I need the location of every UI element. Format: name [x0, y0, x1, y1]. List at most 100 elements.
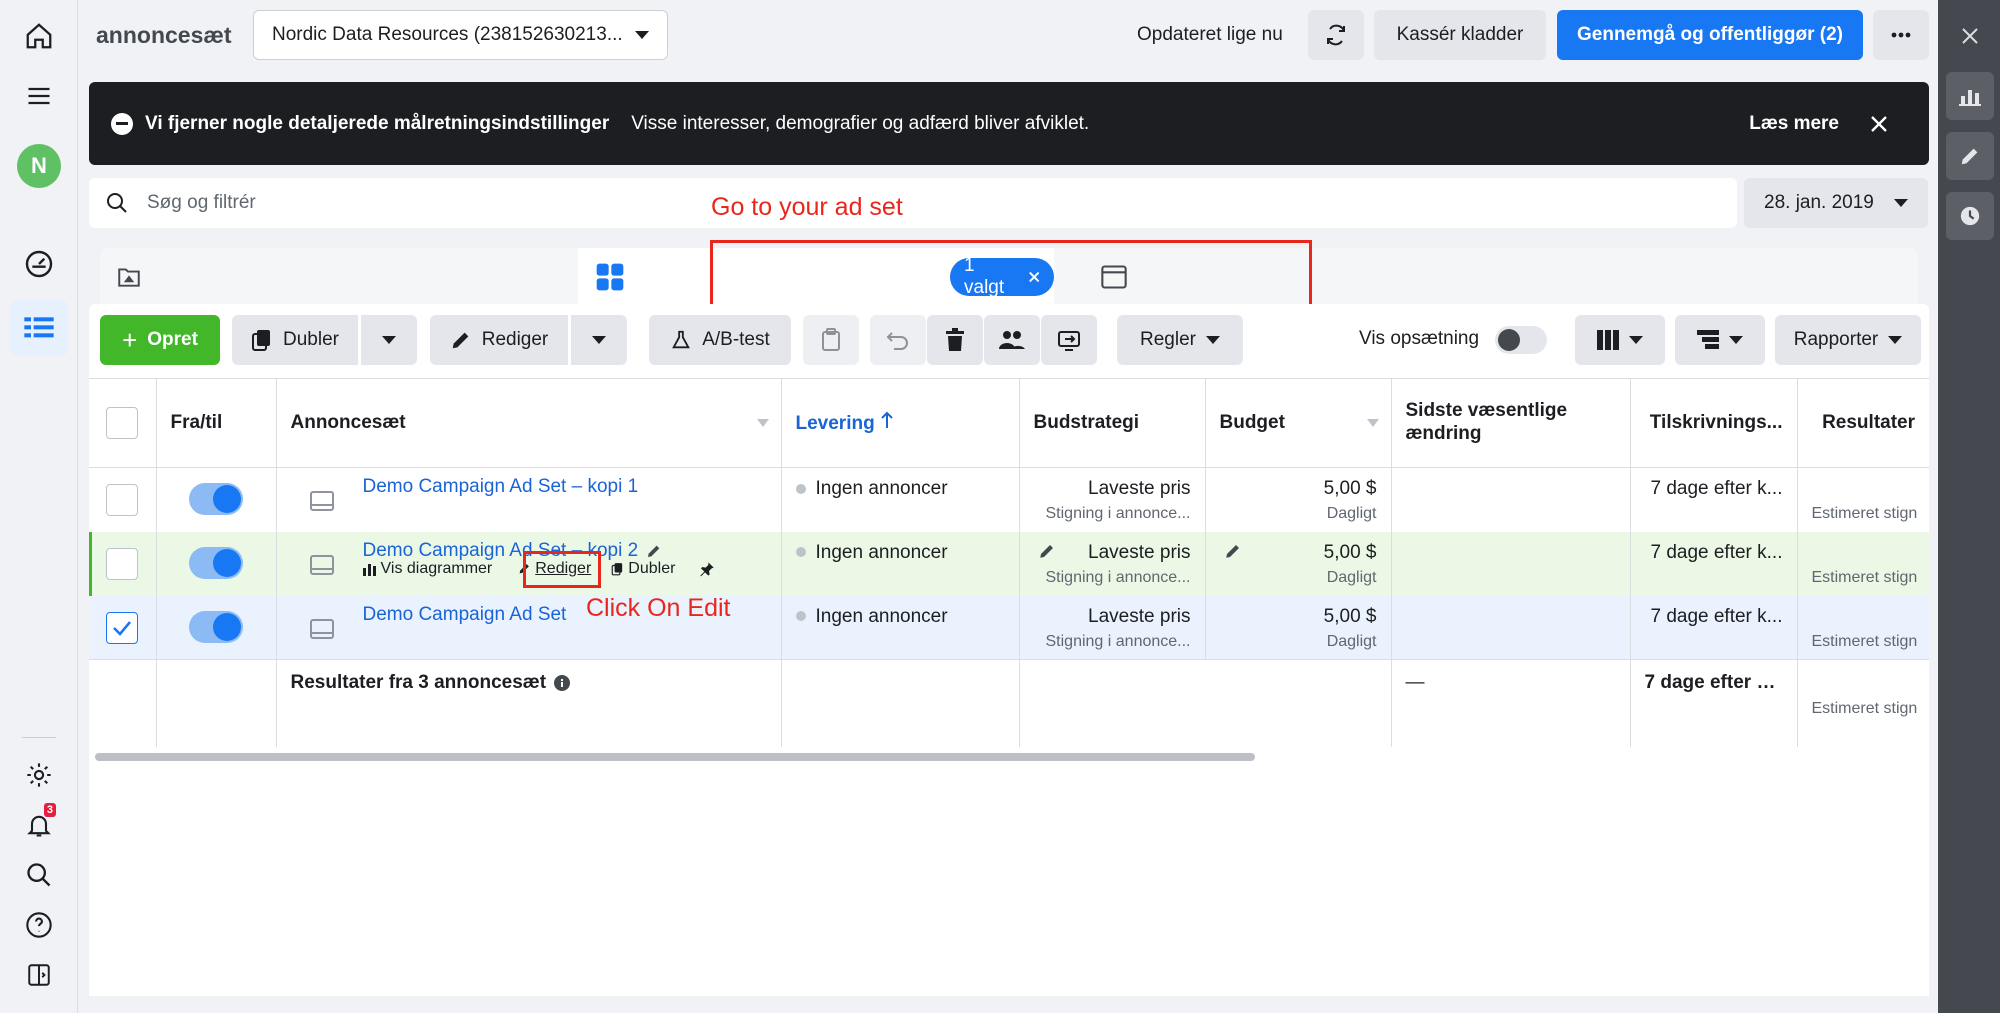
duplicate-button[interactable]: Dubler — [232, 315, 358, 365]
people-icon — [999, 331, 1025, 349]
row-budget-cell: 5,00 $ Dagligt — [1205, 531, 1392, 596]
summary-results-sub: Estimeret stign — [1811, 700, 1918, 717]
charts-panel-button[interactable] — [1946, 72, 1994, 120]
ab-test-button[interactable]: A/B-test — [649, 315, 791, 365]
breakdown-button[interactable] — [1675, 315, 1765, 365]
column-header-last-change[interactable]: Sidste væsentlige ændring — [1391, 378, 1631, 468]
dashboard-icon[interactable] — [10, 236, 68, 292]
paste-button[interactable] — [803, 315, 859, 365]
summary-cell — [1019, 659, 1205, 747]
column-header-bid-strategy[interactable]: Budstrategi — [1019, 378, 1206, 468]
date-range-picker[interactable]: 28. jan. 2019 — [1744, 178, 1928, 228]
search-bar — [89, 178, 1737, 228]
row-toggle[interactable] — [189, 483, 243, 515]
column-header-results[interactable]: Resultater — [1797, 378, 1929, 468]
undo-button[interactable] — [870, 315, 926, 365]
rules-button[interactable]: Regler — [1117, 315, 1243, 365]
settings-icon[interactable] — [10, 747, 68, 803]
history-panel-button[interactable] — [1946, 192, 1994, 240]
row-bid-cell: Laveste pris Stigning i annonce... — [1019, 467, 1206, 532]
reports-button[interactable]: Rapporter — [1775, 315, 1921, 365]
review-publish-button[interactable]: Gennemgå og offentliggør (2) — [1557, 10, 1863, 60]
row-toggle-cell — [156, 531, 277, 596]
horizontal-scrollbar[interactable] — [95, 753, 1255, 761]
ad-set-icon — [309, 491, 334, 511]
avatar: N — [17, 144, 61, 188]
bid-strategy: Laveste pris — [1088, 541, 1191, 563]
column-header-budget[interactable]: Budget — [1205, 378, 1392, 468]
pencil-icon — [452, 332, 469, 349]
row-toggle[interactable] — [189, 610, 243, 643]
table-row[interactable]: Demo Campaign Ad Set – kopi 1 Ingen anno… — [89, 467, 1929, 532]
info-icon[interactable] — [554, 675, 571, 691]
account-avatar[interactable]: N — [10, 138, 68, 194]
table-row[interactable]: Demo Campaign Ad Set Ingen annoncer Lave… — [89, 595, 1929, 660]
table-row[interactable]: Demo Campaign Ad Set – kopi 2 Vis diagra… — [89, 531, 1929, 596]
table-panel: + Opret Dubler Rediger A/B-test Regler V… — [89, 304, 1929, 996]
row-checkbox[interactable] — [106, 484, 139, 516]
clipboard-icon — [822, 328, 840, 351]
column-header-onoff[interactable]: Fra/til — [156, 378, 277, 468]
bar-chart-icon — [1959, 90, 1981, 106]
highlight-box — [523, 551, 601, 588]
show-setup-toggle[interactable] — [1495, 326, 1547, 354]
search-input[interactable] — [147, 192, 1721, 214]
more-options-button[interactable] — [1873, 10, 1929, 60]
row-checkbox[interactable] — [106, 547, 139, 580]
side-panel-icon[interactable] — [10, 947, 68, 1003]
close-panel-button[interactable] — [1946, 12, 1994, 60]
duplicate-menu-button[interactable] — [361, 315, 417, 365]
search-icon[interactable] — [10, 847, 68, 903]
row-delivery-cell: Ingen annoncer — [781, 595, 1020, 660]
export-button[interactable] — [1041, 315, 1097, 365]
discard-drafts-button[interactable]: Kassér kladder — [1374, 10, 1546, 60]
menu-icon[interactable] — [10, 68, 68, 124]
ad-set-icon — [309, 618, 334, 639]
delete-button[interactable] — [927, 315, 983, 365]
pencil-icon[interactable] — [646, 543, 662, 559]
notifications-icon[interactable]: 3 — [10, 797, 68, 853]
column-header-adset[interactable]: Annoncesæt — [276, 378, 782, 468]
row-select-cell — [89, 595, 157, 660]
pencil-icon[interactable] — [1038, 542, 1056, 560]
learn-more-link[interactable]: Læs mere — [1749, 113, 1839, 135]
budget-period: Dagligt — [1326, 505, 1377, 522]
create-button[interactable]: + Opret — [100, 315, 220, 365]
row-toggle[interactable] — [189, 546, 243, 579]
budget-value: 5,00 $ — [1323, 605, 1377, 627]
ads-manager-table-icon[interactable] — [10, 300, 68, 356]
ad-set-name-link[interactable]: Demo Campaign Ad Set – kopi 1 — [363, 476, 767, 498]
edit-menu-button[interactable] — [571, 315, 627, 365]
columns-icon — [1597, 330, 1619, 350]
pin-icon[interactable] — [699, 561, 715, 577]
row-checkbox[interactable] — [106, 611, 139, 644]
row-results-cell: Estimeret stign — [1797, 468, 1929, 532]
column-header-attribution[interactable]: Tilskrivnings... — [1630, 378, 1798, 468]
select-all-checkbox[interactable] — [106, 407, 139, 439]
row-duplicate-link[interactable]: Dubler — [628, 560, 675, 578]
chevron-down-icon — [1888, 336, 1903, 344]
row-budget-cell: 5,00 $ Dagligt — [1205, 595, 1392, 660]
ad-sets-table: Fra/til Annoncesæt Levering Budstrategi … — [89, 378, 1929, 747]
attribution-value: 7 dage efter k... — [1650, 478, 1783, 499]
refresh-button[interactable] — [1308, 10, 1364, 60]
pencil-icon[interactable] — [1224, 542, 1242, 560]
columns-button[interactable] — [1575, 315, 1665, 365]
audience-button[interactable] — [984, 315, 1040, 365]
close-icon[interactable] — [1869, 114, 1889, 134]
summary-results-cell: Estimeret stign — [1797, 659, 1929, 747]
home-icon[interactable] — [10, 8, 68, 64]
view-charts-link[interactable]: Vis diagrammer — [381, 560, 493, 578]
row-last-change-cell — [1391, 531, 1631, 596]
help-icon[interactable] — [10, 897, 68, 953]
column-header-delivery[interactable]: Levering — [781, 378, 1020, 468]
campaigns-tab[interactable] — [116, 264, 144, 292]
delivery-header-label: Levering — [795, 413, 875, 434]
notice-banner: Vi fjerner nogle detaljerede målretnings… — [89, 82, 1929, 165]
export-icon — [1058, 331, 1080, 351]
edit-panel-button[interactable] — [1946, 132, 1994, 180]
edit-button[interactable]: Rediger — [430, 315, 568, 365]
chevron-down-icon — [1894, 199, 1908, 207]
account-selector[interactable]: Nordic Data Resources (238152630213... — [253, 10, 668, 60]
edit-label: Rediger — [481, 329, 549, 350]
